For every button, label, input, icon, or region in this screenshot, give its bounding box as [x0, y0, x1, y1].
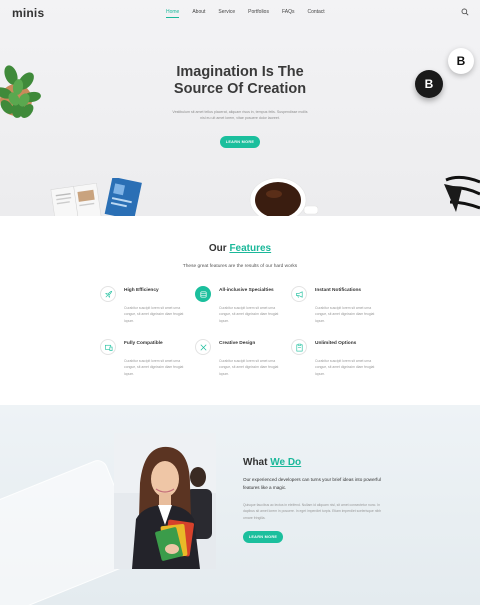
hero-subtitle: Vestibulum sit amet tellus placerat, ali… — [160, 110, 320, 121]
hero-title-line2: Source Of Creation — [173, 81, 307, 97]
feature-text: Curabitur suscipit lorem sit amet urna c… — [219, 359, 279, 376]
feature-text: Curabitur suscipit lorem sit amet urna c… — [315, 359, 375, 376]
coin-black: B — [415, 70, 443, 98]
about-title-plain: What — [243, 457, 268, 468]
features-title-accent: Features — [229, 243, 272, 254]
stack-icon — [195, 286, 211, 302]
feature-title: Fully Compatible — [124, 341, 163, 346]
feature-title: All-inclusive Specialties — [219, 288, 274, 293]
nav-service[interactable]: Service — [218, 9, 235, 18]
books-image — [50, 178, 142, 216]
feature-text: Curabitur suscipit lorem sit amet urna c… — [315, 306, 375, 323]
feature-text: Curabitur suscipit lorem sit amet urna c… — [124, 306, 184, 323]
feature-text: Curabitur suscipit lorem sit amet urna c… — [124, 359, 184, 376]
student-photo — [114, 433, 216, 569]
devices-icon — [100, 339, 116, 355]
about-learn-more-button[interactable]: LEARN MORE — [243, 531, 283, 543]
nav-home[interactable]: Home — [166, 9, 180, 18]
about-section: What We Do Our experienced developers ca… — [0, 405, 480, 605]
glasses-image — [444, 175, 480, 212]
feature-title: Instant Notifications — [315, 288, 362, 293]
about-title-accent: We Do — [270, 457, 302, 468]
nav-contact[interactable]: Contact — [307, 9, 324, 18]
hero-title-line1: Imagination Is The — [176, 64, 304, 80]
feature-title: Creative Design — [219, 341, 256, 346]
hero-subtitle-line1: Vestibulum sit amet tellus placerat, ali… — [172, 110, 308, 114]
megaphone-icon — [291, 286, 307, 302]
search-icon[interactable] — [461, 8, 469, 16]
feature-text: Curabitur suscipit lorem sit amet urna c… — [219, 306, 279, 323]
feature-title: Unlimited Options — [315, 341, 357, 346]
nav-portfolios[interactable]: Portfolios — [248, 9, 269, 18]
features-section: Our Features These great features are th… — [0, 216, 480, 405]
features-title-plain: Our — [208, 243, 227, 254]
hero-title: Imagination Is The Source Of Creation — [140, 64, 340, 98]
features-title: Our Features — [0, 243, 480, 254]
features-subtitle: These great features are the results of … — [182, 264, 298, 269]
hero-section: minis Home About Service Portfolios FAQs… — [0, 0, 480, 216]
nav-faqs[interactable]: FAQs — [282, 9, 295, 18]
hero-subtitle-line2: nisl eu ult amet lorem, vitae posuere do… — [200, 115, 280, 120]
rocket-icon — [100, 286, 116, 302]
logo[interactable]: minis — [12, 6, 44, 20]
coin-white: B — [448, 48, 474, 74]
nav-about[interactable]: About — [192, 9, 205, 18]
about-lead-text: Our experienced developers can turns you… — [243, 477, 381, 490]
plant-image — [0, 65, 41, 118]
clipboard-icon — [291, 339, 307, 355]
main-nav: Home About Service Portfolios FAQs Conta… — [166, 9, 325, 18]
about-title: What We Do — [243, 457, 301, 468]
about-body-text: Quisque faucibus ac lectus in eleifend. … — [243, 503, 382, 520]
coffee-cup-image — [249, 177, 318, 216]
design-tools-icon — [195, 339, 211, 355]
hero-learn-more-button[interactable]: LEARN MORE — [220, 136, 260, 148]
feature-title: High Efficiency — [124, 288, 159, 293]
